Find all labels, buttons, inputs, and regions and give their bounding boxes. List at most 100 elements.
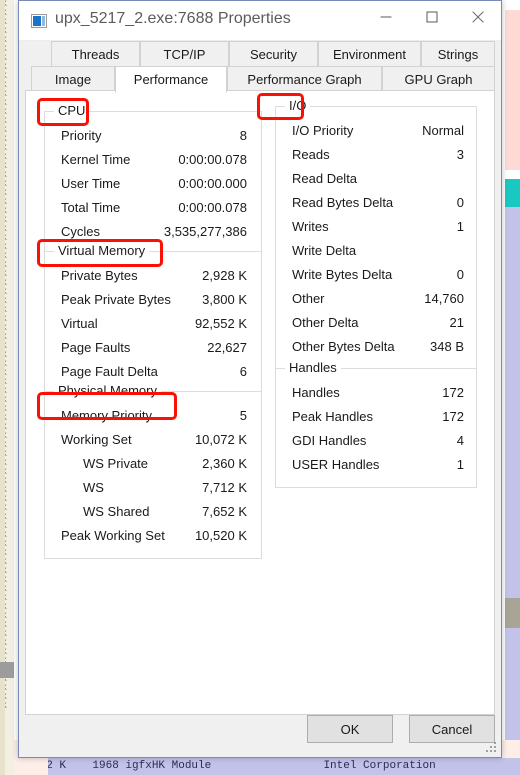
row-read-bytes-delta: Read Bytes Delta 0 xyxy=(276,192,476,216)
label-ws: WS xyxy=(83,480,104,495)
value-virtual: 92,552 K xyxy=(194,316,247,331)
label-gdi-handles: GDI Handles xyxy=(292,433,367,448)
value-writes: 1 xyxy=(456,219,464,234)
value-reads: 3 xyxy=(456,147,464,162)
minimize-icon xyxy=(380,16,392,18)
row-other-delta: Other Delta 21 xyxy=(276,312,476,336)
label-other-delta: Other Delta xyxy=(292,315,359,330)
label-virtual: Virtual xyxy=(61,316,98,331)
virtual-memory-group: Virtual Memory Private Bytes 2,928 K Pea… xyxy=(44,243,262,395)
label-priority: Priority xyxy=(61,128,102,143)
background-process-row: 9,992 K 1968 igfxHK Module Intel Corpora… xyxy=(0,758,520,775)
label-read-delta: Read Delta xyxy=(292,171,358,186)
virtual-memory-group-legend: Virtual Memory xyxy=(54,243,150,258)
row-priority: Priority 8 xyxy=(45,125,261,149)
row-write-bytes-delta: Write Bytes Delta 0 xyxy=(276,264,476,288)
cancel-button[interactable]: Cancel xyxy=(409,715,495,743)
maximize-icon xyxy=(426,11,438,23)
tab-strings[interactable]: Strings xyxy=(421,41,495,66)
label-io-priority: I/O Priority xyxy=(292,123,354,138)
tab-performance-graph[interactable]: Performance Graph xyxy=(227,66,382,91)
tab-performance[interactable]: Performance xyxy=(115,66,227,93)
label-cycles: Cycles xyxy=(61,224,101,239)
performance-tab-panel: CPU Priority 8 Kernel Time 0:00:00.078 U… xyxy=(25,90,495,715)
value-peak-working-set: 10,520 K xyxy=(194,528,247,543)
row-handles: Handles 172 xyxy=(276,382,476,406)
value-io-priority: Normal xyxy=(422,123,464,138)
value-ws: 7,712 K xyxy=(202,480,247,495)
row-gdi-handles: GDI Handles 4 xyxy=(276,430,476,454)
value-memory-priority: 5 xyxy=(239,408,247,423)
background-white-strip xyxy=(505,170,520,179)
value-gdi-handles: 4 xyxy=(456,433,464,448)
row-kernel-time: Kernel Time 0:00:00.078 xyxy=(45,149,261,173)
tab-security[interactable]: Security xyxy=(229,41,318,66)
value-priority: 8 xyxy=(239,128,247,143)
value-peak-handles: 172 xyxy=(442,409,464,424)
row-working-set: Working Set 10,072 K xyxy=(45,429,261,453)
label-memory-priority: Memory Priority xyxy=(61,408,153,423)
value-cycles: 3,535,277,386 xyxy=(163,224,247,239)
row-cycles: Cycles 3,535,277,386 xyxy=(45,221,261,245)
row-read-delta: Read Delta xyxy=(276,168,476,192)
background-grey-strip xyxy=(505,598,520,628)
value-user-time: 0:00:00.000 xyxy=(178,176,247,191)
background-lavender-strip xyxy=(505,207,520,775)
label-page-faults: Page Faults xyxy=(61,340,131,355)
value-page-fault-delta: 6 xyxy=(239,364,247,379)
tab-gpu-graph[interactable]: GPU Graph xyxy=(382,66,495,91)
label-other: Other xyxy=(292,291,325,306)
minimize-button[interactable] xyxy=(363,1,409,33)
tab-threads[interactable]: Threads xyxy=(51,41,140,66)
value-other: 14,760 xyxy=(424,291,464,306)
io-group-legend: I/O xyxy=(285,98,311,113)
label-peak-private-bytes: Peak Private Bytes xyxy=(61,292,171,307)
value-ws-private: 2,360 K xyxy=(202,456,247,471)
value-working-set: 10,072 K xyxy=(194,432,247,447)
resize-grip[interactable] xyxy=(486,742,498,754)
row-ws: WS 7,712 K xyxy=(45,477,261,501)
row-user-time: User Time 0:00:00.000 xyxy=(45,173,261,197)
label-user-handles: USER Handles xyxy=(292,457,380,472)
tab-row-bottom: Image Performance Performance Graph GPU … xyxy=(25,66,495,93)
row-user-handles: USER Handles 1 xyxy=(276,454,476,478)
label-writes: Writes xyxy=(292,219,329,234)
value-total-time: 0:00:00.078 xyxy=(178,200,247,215)
label-read-bytes-delta: Read Bytes Delta xyxy=(292,195,394,210)
label-total-time: Total Time xyxy=(61,200,121,215)
value-peak-private-bytes: 3,800 K xyxy=(202,292,247,307)
tab-image[interactable]: Image xyxy=(31,66,115,91)
row-ws-shared: WS Shared 7,652 K xyxy=(45,501,261,525)
row-other: Other 14,760 xyxy=(276,288,476,312)
title-bar: upx_5217_2.exe:7688 Properties xyxy=(19,1,501,41)
row-virtual: Virtual 92,552 K xyxy=(45,313,261,337)
label-page-fault-delta: Page Fault Delta xyxy=(61,364,158,379)
close-icon xyxy=(472,11,484,23)
label-kernel-time: Kernel Time xyxy=(61,152,131,167)
value-user-handles: 1 xyxy=(456,457,464,472)
window-title: upx_5217_2.exe:7688 Properties xyxy=(55,10,291,27)
physical-memory-group: Physical Memory Memory Priority 5 Workin… xyxy=(44,383,262,559)
row-reads: Reads 3 xyxy=(276,144,476,168)
row-other-bytes-delta: Other Bytes Delta 348 B xyxy=(276,336,476,360)
ok-button[interactable]: OK xyxy=(307,715,393,743)
tab-tcpip[interactable]: TCP/IP xyxy=(140,41,229,66)
row-page-faults: Page Faults 22,627 xyxy=(45,337,261,361)
close-button[interactable] xyxy=(455,1,501,33)
label-peak-handles: Peak Handles xyxy=(292,409,373,424)
row-total-time: Total Time 0:00:00.078 xyxy=(45,197,261,221)
tab-environment[interactable]: Environment xyxy=(318,41,421,66)
value-read-bytes-delta: 0 xyxy=(456,195,464,210)
cpu-group-legend: CPU xyxy=(54,103,90,118)
background-scroll-handle[interactable] xyxy=(0,662,14,678)
maximize-button[interactable] xyxy=(409,1,455,33)
label-reads: Reads xyxy=(292,147,330,162)
value-handles: 172 xyxy=(442,385,464,400)
background-cyan-strip xyxy=(505,179,520,207)
background-pink-strip xyxy=(505,10,520,170)
value-write-bytes-delta: 0 xyxy=(456,267,464,282)
value-other-delta: 21 xyxy=(449,315,464,330)
handles-group-legend: Handles xyxy=(285,360,341,375)
row-writes: Writes 1 xyxy=(276,216,476,240)
value-private-bytes: 2,928 K xyxy=(202,268,247,283)
